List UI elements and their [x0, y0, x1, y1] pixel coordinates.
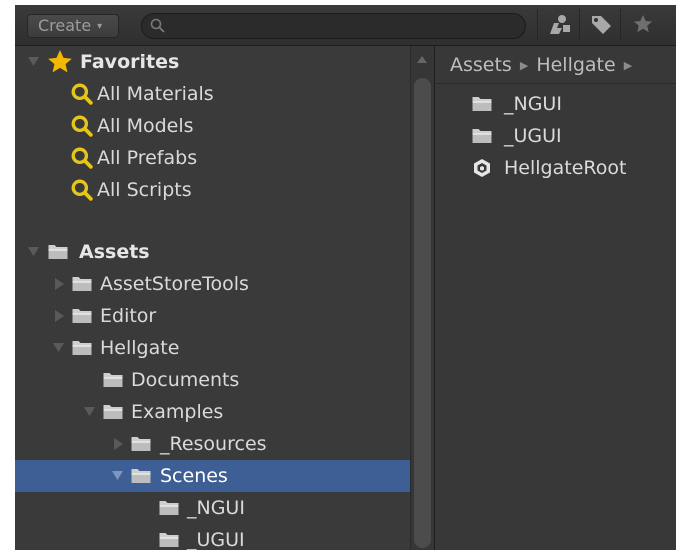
search-input[interactable]	[170, 16, 514, 38]
content-item-label: HellgateRoot	[504, 157, 627, 179]
folder-tree: Favorites All Materials All Models All P…	[15, 46, 410, 550]
project-window: Create ▾ Favorites All Materials All Mod…	[15, 5, 676, 550]
favorite-item[interactable]: All Prefabs	[15, 142, 410, 174]
chevron-down-icon: ▾	[97, 21, 103, 32]
tree-item-examples[interactable]: Examples	[15, 396, 410, 428]
favorite-item[interactable]: All Models	[15, 110, 410, 142]
folder-icon	[46, 236, 70, 268]
saved-search-icon	[71, 142, 93, 174]
expand-triangle-icon[interactable]	[27, 46, 41, 78]
folder-icon	[129, 460, 153, 492]
expand-triangle-icon[interactable]	[83, 396, 97, 428]
collapsed-triangle-icon[interactable]	[111, 428, 125, 460]
favorites-star-icon	[47, 46, 73, 78]
tree-item-hellgate[interactable]: Hellgate	[15, 332, 410, 364]
tree-item-editor[interactable]: Editor	[15, 300, 410, 332]
favorite-star-icon	[634, 15, 652, 33]
tree-item-resources[interactable]: _Resources	[15, 428, 410, 460]
folder-icon	[157, 492, 181, 524]
expand-triangle-icon[interactable]	[52, 332, 66, 364]
collapsed-triangle-icon[interactable]	[52, 268, 66, 300]
breadcrumb-arrow-icon: ▶	[519, 59, 529, 72]
assets-label: Assets	[79, 241, 150, 263]
breadcrumb-item[interactable]: Assets	[450, 54, 512, 76]
tree-item-label: _Resources	[160, 433, 267, 455]
favorite-item-label: All Models	[97, 115, 194, 137]
tree-item-label: Editor	[100, 305, 157, 327]
create-button-label: Create	[38, 16, 92, 35]
favorites-label: Favorites	[80, 51, 180, 73]
tree-item-label: Hellgate	[100, 337, 180, 359]
tree-item-label: Examples	[131, 401, 224, 423]
unity-scene-icon	[470, 152, 494, 184]
expand-triangle-icon[interactable]	[27, 236, 41, 268]
tree-scrollbar[interactable]	[410, 46, 435, 550]
favorite-item-label: All Prefabs	[97, 147, 198, 169]
folder-icon	[470, 88, 494, 120]
filter-by-type-button[interactable]	[542, 9, 578, 39]
folder-icon	[70, 268, 94, 300]
save-search-button[interactable]	[625, 9, 661, 39]
tree-item-label: Scenes	[160, 465, 228, 487]
toolbar-divider	[579, 9, 580, 41]
tree-item-documents[interactable]: Documents	[15, 364, 410, 396]
folder-icon	[157, 524, 181, 550]
folder-contents: Assets ▶ Hellgate ▶ _NGUI _UGUI HellgateRoo…	[436, 46, 676, 550]
toolbar-divider	[620, 9, 621, 41]
favorite-item[interactable]: All Materials	[15, 78, 410, 110]
saved-search-icon	[71, 110, 93, 142]
scroll-up-arrow-icon[interactable]	[417, 56, 427, 63]
project-toolbar: Create ▾	[15, 5, 676, 46]
breadcrumb-item[interactable]: Hellgate	[536, 54, 615, 76]
breadcrumb: Assets ▶ Hellgate ▶	[436, 46, 676, 84]
saved-search-icon	[71, 78, 93, 110]
folder-icon	[129, 428, 153, 460]
tree-item-label: _UGUI	[187, 529, 245, 550]
filter-by-type-icon	[550, 15, 570, 34]
tree-item-label: _NGUI	[187, 497, 245, 519]
favorite-item-label: All Scripts	[97, 179, 192, 201]
tree-item-label: AssetStoreTools	[100, 273, 249, 295]
assets-header[interactable]: Assets	[15, 236, 410, 268]
tree-item-ngui[interactable]: _NGUI	[15, 492, 410, 524]
content-item-label: _NGUI	[504, 93, 562, 115]
folder-icon	[70, 332, 94, 364]
create-button[interactable]: Create ▾	[27, 14, 119, 38]
scrollbar-thumb[interactable]	[414, 78, 431, 548]
search-field[interactable]	[141, 13, 526, 39]
tree-item-scenes[interactable]: Scenes	[15, 460, 410, 492]
tree-item-assetstoretools[interactable]: AssetStoreTools	[15, 268, 410, 300]
toolbar-divider	[537, 9, 538, 41]
favorite-item[interactable]: All Scripts	[15, 174, 410, 206]
folder-icon	[70, 300, 94, 332]
collapsed-triangle-icon[interactable]	[52, 300, 66, 332]
favorites-header[interactable]: Favorites	[15, 46, 410, 78]
expand-triangle-icon[interactable]	[111, 460, 125, 492]
content-item-label: _UGUI	[504, 125, 562, 147]
folder-icon	[101, 396, 125, 428]
saved-search-icon	[71, 174, 93, 206]
favorite-item-label: All Materials	[97, 83, 214, 105]
search-icon	[150, 18, 165, 33]
folder-icon	[101, 364, 125, 396]
filter-by-label-button[interactable]	[583, 9, 619, 39]
tree-item-ugui[interactable]: _UGUI	[15, 524, 410, 550]
folder-icon	[470, 120, 494, 152]
label-tag-icon	[592, 16, 611, 34]
breadcrumb-arrow-icon: ▶	[623, 59, 633, 72]
tree-item-label: Documents	[131, 369, 240, 391]
